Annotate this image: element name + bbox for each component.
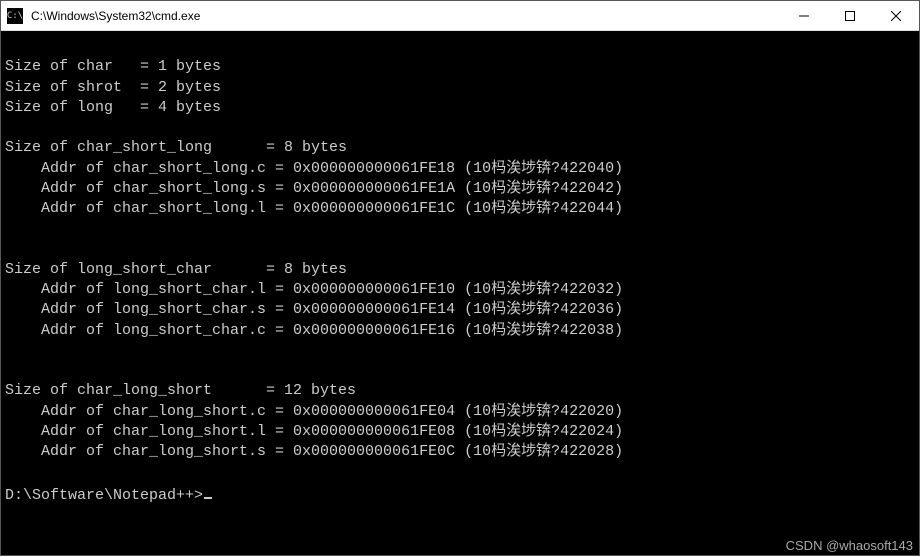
cmd-window: C:\ C:\Windows\System32\cmd.exe Size of … [0, 0, 920, 556]
close-icon [891, 11, 901, 21]
cmd-icon-glyph: C:\ [7, 11, 23, 21]
output-line: Addr of char_long_short.l = 0x0000000000… [5, 423, 623, 440]
cursor-icon [204, 483, 212, 499]
output-line: Addr of long_short_char.l = 0x0000000000… [5, 281, 623, 298]
prompt-line: D:\Software\Notepad++> [5, 487, 203, 504]
output-line: Size of long = 4 bytes [5, 99, 221, 116]
cmd-icon: C:\ [7, 8, 23, 24]
output-line: Addr of char_long_short.c = 0x0000000000… [5, 403, 623, 420]
output-line: Addr of long_short_char.s = 0x0000000000… [5, 301, 623, 318]
output-line: Size of shrot = 2 bytes [5, 79, 221, 96]
output-line: Size of char_short_long = 8 bytes [5, 139, 347, 156]
output-line: Addr of char_short_long.s = 0x0000000000… [5, 180, 623, 197]
output-line: Addr of char_long_short.s = 0x0000000000… [5, 443, 623, 460]
minimize-icon [799, 11, 809, 21]
maximize-button[interactable] [827, 1, 873, 30]
watermark: CSDN @whaosoft143 [786, 538, 913, 553]
window-title: C:\Windows\System32\cmd.exe [31, 9, 781, 23]
output-line: Addr of long_short_char.c = 0x0000000000… [5, 322, 623, 339]
output-line: Size of char_long_short = 12 bytes [5, 382, 356, 399]
close-button[interactable] [873, 1, 919, 30]
console-area[interactable]: Size of char = 1 bytes Size of shrot = 2… [1, 31, 919, 555]
output-line: Addr of char_short_long.l = 0x0000000000… [5, 200, 623, 217]
output-line: Size of long_short_char = 8 bytes [5, 261, 347, 278]
window-buttons [781, 1, 919, 30]
minimize-button[interactable] [781, 1, 827, 30]
maximize-icon [845, 11, 855, 21]
titlebar[interactable]: C:\ C:\Windows\System32\cmd.exe [1, 1, 919, 31]
output-line: Size of char = 1 bytes [5, 58, 221, 75]
output-line: Addr of char_short_long.c = 0x0000000000… [5, 160, 623, 177]
